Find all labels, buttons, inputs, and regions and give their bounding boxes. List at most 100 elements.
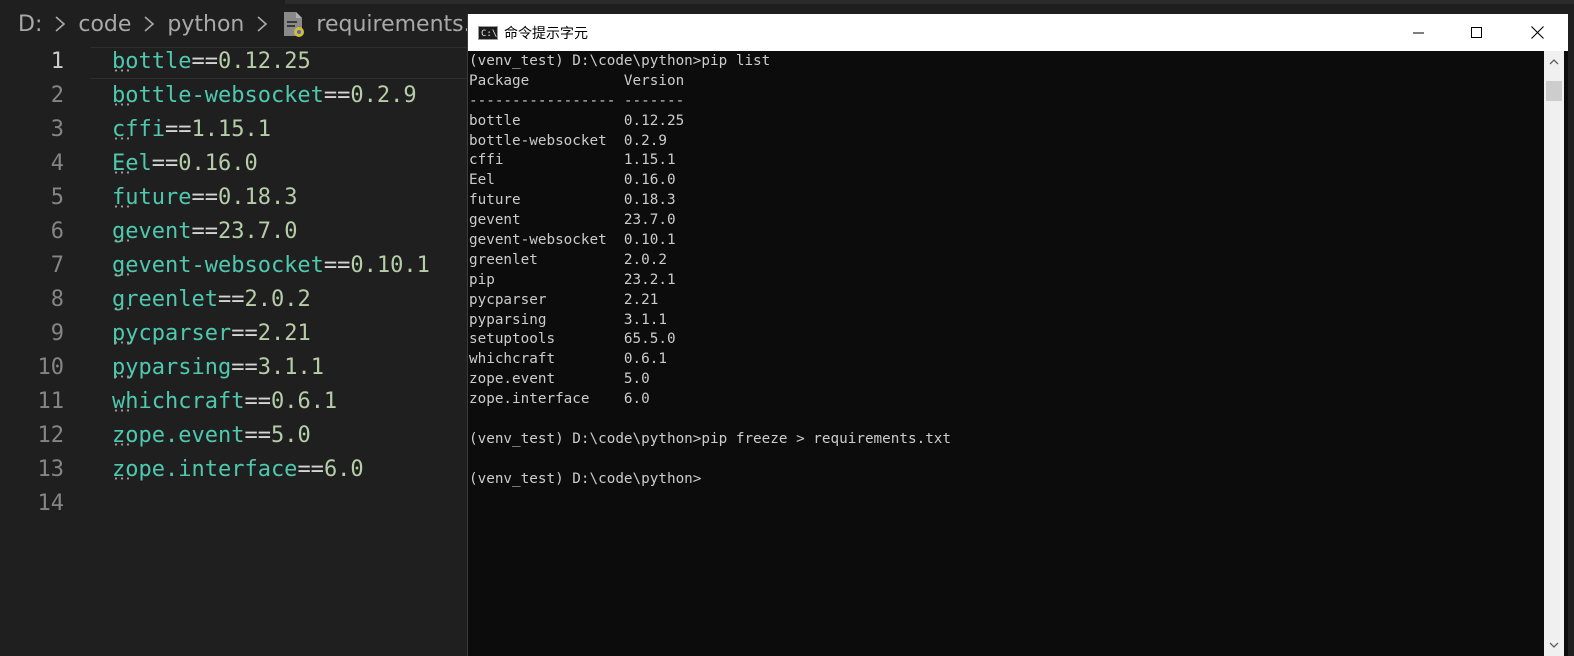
package-name: bottle bbox=[112, 49, 192, 74]
terminal-line: pycparser 2.21 bbox=[469, 291, 659, 308]
package-name: greenlet bbox=[112, 287, 218, 312]
window-title: 命令提示字元 bbox=[504, 25, 588, 42]
code-line[interactable]: 4 Eel==0.16.0 bbox=[0, 147, 470, 181]
console-app-icon[interactable]: C:\ bbox=[478, 25, 498, 40]
operator: == bbox=[164, 117, 192, 142]
code-line[interactable]: 2 bottle-websocket==0.2.9 bbox=[0, 79, 470, 113]
scrollbar-thumb[interactable] bbox=[1546, 81, 1562, 101]
code-line[interactable]: 11 whichcraft==0.6.1 bbox=[0, 385, 470, 419]
package-name: gevent-websocket bbox=[112, 253, 324, 278]
minimize-button[interactable] bbox=[1390, 14, 1448, 51]
package-name: whichcraft bbox=[112, 389, 245, 414]
scroll-up-arrow-icon[interactable] bbox=[1544, 53, 1564, 71]
maximize-icon bbox=[1471, 26, 1482, 38]
terminal-line: ----------------- ------- bbox=[469, 92, 685, 109]
terminal-line: future 0.18.3 bbox=[469, 192, 676, 209]
terminal-line: setuptools 65.5.0 bbox=[469, 331, 676, 348]
package-name: zope.event bbox=[112, 423, 245, 448]
line-number: 2 bbox=[50, 83, 64, 108]
terminal-output[interactable]: (venv_test) D:\code\python>pip list Packa… bbox=[469, 51, 1544, 652]
code-line[interactable]: 14 bbox=[0, 487, 470, 521]
code-text: gevent-websocket==0.10.1 bbox=[112, 249, 430, 283]
terminal-line: (venv_test) D:\code\python>pip list bbox=[469, 53, 771, 69]
line-number: 4 bbox=[50, 151, 64, 176]
chevron-right-icon bbox=[142, 14, 156, 34]
line-number: 9 bbox=[50, 321, 64, 346]
line-number: 7 bbox=[50, 253, 64, 278]
scroll-down-arrow-icon[interactable] bbox=[1544, 636, 1564, 654]
code-line[interactable]: 10 pyparsing==3.1.1 bbox=[0, 351, 470, 385]
code-text: bottle-websocket==0.2.9 bbox=[112, 79, 417, 113]
code-line[interactable]: 1 bottle==0.12.25 bbox=[0, 45, 470, 79]
terminal-line: whichcraft 0.6.1 bbox=[469, 351, 667, 368]
code-line[interactable]: 6 gevent==23.7.0 bbox=[0, 215, 470, 249]
package-name: pycparser bbox=[112, 321, 232, 346]
version-number: 2.0.2 bbox=[244, 287, 311, 312]
package-name: Eel bbox=[112, 151, 152, 176]
command-prompt-window[interactable]: C:\ 命令提示字元 (venv_test) D:\code\python>pi… bbox=[467, 14, 1568, 656]
package-name: cffi bbox=[112, 117, 165, 142]
code-text: Eel==0.16.0 bbox=[112, 147, 258, 181]
title-bar[interactable]: C:\ 命令提示字元 bbox=[468, 14, 1568, 51]
code-line[interactable]: 13 zope.interface==6.0 bbox=[0, 453, 470, 487]
version-number: 0.10.1 bbox=[350, 253, 430, 278]
terminal-line: pip 23.2.1 bbox=[469, 271, 676, 288]
line-number: 1 bbox=[50, 49, 64, 74]
terminal-line: greenlet 2.0.2 bbox=[469, 251, 667, 268]
chevron-right-icon bbox=[255, 14, 269, 34]
line-number: 14 bbox=[37, 491, 65, 516]
breadcrumb-drive[interactable]: D: bbox=[18, 12, 42, 37]
operator: == bbox=[244, 423, 271, 448]
line-number: 11 bbox=[37, 389, 65, 414]
terminal-line: Package Version bbox=[469, 72, 685, 89]
code-text: whichcraft==0.6.1 bbox=[112, 385, 337, 419]
code-line[interactable]: 8 greenlet==2.0.2 bbox=[0, 283, 470, 317]
code-line[interactable]: 7 gevent-websocket==0.10.1 bbox=[0, 249, 470, 283]
operator: == bbox=[231, 355, 258, 380]
terminal-line: zope.event 5.0 bbox=[469, 371, 650, 388]
code-text: pycparser==2.21 bbox=[112, 317, 311, 351]
terminal-line: pyparsing 3.1.1 bbox=[469, 311, 667, 328]
operator: == bbox=[191, 219, 218, 244]
operator: == bbox=[231, 321, 258, 346]
package-name: pyparsing bbox=[112, 355, 232, 380]
close-button[interactable] bbox=[1508, 14, 1566, 51]
terminal-line: (venv_test) D:\code\python> bbox=[469, 470, 702, 487]
close-icon bbox=[1530, 26, 1544, 39]
line-number: 13 bbox=[37, 457, 65, 482]
code-text: gevent==23.7.0 bbox=[112, 215, 297, 249]
breadcrumb-python[interactable]: python bbox=[167, 12, 244, 37]
operator: == bbox=[217, 287, 245, 312]
version-number: 0.18.3 bbox=[217, 185, 298, 210]
package-name: bottle-websocket bbox=[112, 83, 324, 108]
code-line[interactable]: 12 zope.event==5.0 bbox=[0, 419, 470, 453]
version-number: 5.0 bbox=[270, 423, 311, 448]
version-number: 1.15.1 bbox=[191, 117, 271, 142]
operator: == bbox=[191, 49, 218, 74]
terminal-line: zope.interface 6.0 bbox=[469, 391, 650, 408]
minimize-icon bbox=[1413, 32, 1424, 33]
breadcrumb-code[interactable]: code bbox=[78, 12, 131, 37]
terminal-line: cffi 1.15.1 bbox=[469, 152, 676, 169]
terminal-line: (venv_test) D:\code\python>pip freeze > … bbox=[469, 430, 952, 447]
maximize-button[interactable] bbox=[1448, 14, 1506, 51]
code-text: greenlet==2.0.2 bbox=[112, 283, 311, 317]
operator: == bbox=[244, 389, 271, 414]
version-number: 0.6.1 bbox=[270, 389, 338, 414]
line-number: 10 bbox=[37, 355, 65, 380]
terminal-line: bottle-websocket 0.2.9 bbox=[469, 132, 667, 149]
code-line[interactable]: 3 cffi==1.15.1 bbox=[0, 113, 470, 147]
version-number: 6.0 bbox=[323, 457, 364, 482]
package-name: gevent bbox=[112, 219, 192, 244]
operator: == bbox=[323, 83, 351, 108]
code-text: zope.interface==6.0 bbox=[112, 453, 364, 487]
code-line[interactable]: 9 pycparser==2.21 bbox=[0, 317, 470, 351]
line-number: 5 bbox=[50, 185, 64, 210]
terminal-line: Eel 0.16.0 bbox=[469, 172, 676, 189]
python-file-icon bbox=[280, 10, 306, 38]
line-number: 8 bbox=[50, 287, 64, 312]
code-lines[interactable]: 1 bottle==0.12.25 2 bottle-websocket==0.2.9… bbox=[0, 45, 470, 521]
vertical-scrollbar[interactable] bbox=[1544, 51, 1564, 656]
code-line[interactable]: 5 future==0.18.3 bbox=[0, 181, 470, 215]
